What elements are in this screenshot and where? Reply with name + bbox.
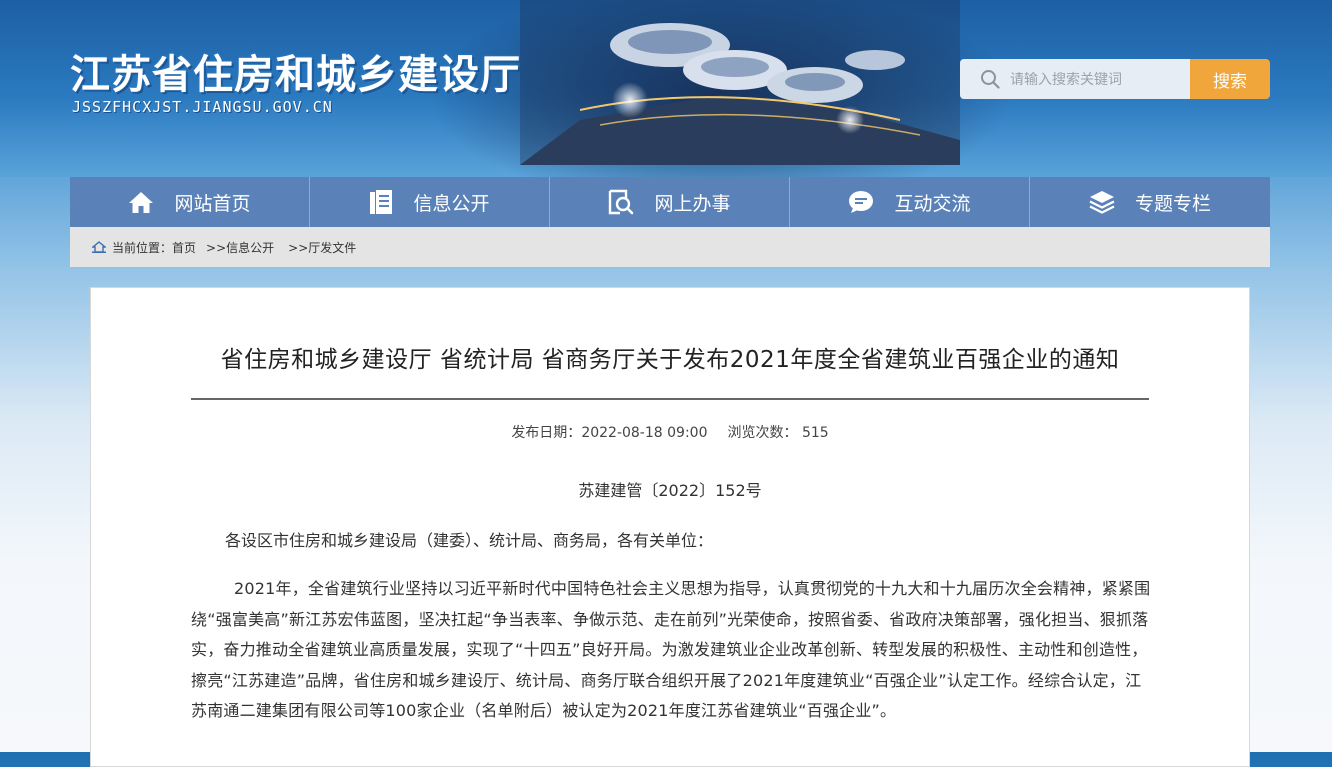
nav-item-special-topics[interactable]: 专题专栏	[1030, 177, 1270, 227]
publish-date: 2022-08-18 09:00	[581, 425, 708, 441]
layers-icon	[1089, 191, 1115, 214]
views-count: 515	[801, 425, 829, 441]
breadcrumb: 当前位置： 首页 >>信息公开 >>厅发文件	[70, 227, 1270, 267]
search-input[interactable]	[1008, 68, 1182, 92]
site-domain: JSSZFHCXJST.JIANGSU.GOV.CN	[72, 98, 333, 116]
nav-item-label: 互动交流	[894, 192, 971, 215]
title-divider	[191, 398, 1149, 400]
publish-date-label: 发布日期：	[511, 425, 582, 441]
main-nav: 网站首页 信息公开 网上办事 互动交流 专题专栏	[70, 177, 1270, 227]
site-header: 江苏省住房和城乡建设厅 JSSZFHCXJST.JIANGSU.GOV.CN 搜…	[0, 0, 1332, 177]
breadcrumb-dept-documents[interactable]: >>厅发文件	[288, 239, 356, 256]
salutation: 各设区市住房和城乡建设局（建委）、统计局、商务局，各有关单位：	[225, 531, 714, 550]
breadcrumb-info-public[interactable]: >>信息公开	[206, 239, 274, 256]
document-number: 苏建建管〔2022〕152号	[578, 481, 762, 500]
site-title: 江苏省住房和城乡建设厅	[70, 52, 521, 98]
nav-item-interaction[interactable]: 互动交流	[790, 177, 1030, 227]
breadcrumb-home[interactable]: 首页	[172, 239, 196, 256]
body-paragraph: 2021年，全省建筑行业坚持以习近平新时代中国特色社会主义思想为指导，认真贯彻党…	[191, 579, 1151, 720]
chat-icon	[849, 191, 874, 213]
nav-item-home[interactable]: 网站首页	[70, 177, 310, 227]
article-title: 省住房和城乡建设厅 省统计局 省商务厅关于发布2021年度全省建筑业百强企业的通…	[220, 347, 1120, 373]
nav-item-label: 网上办事	[654, 192, 731, 215]
nav-item-label: 网站首页	[174, 192, 251, 215]
search-icon	[981, 70, 1000, 89]
location-home-icon	[92, 241, 106, 253]
article-panel: 省住房和城乡建设厅 省统计局 省商务厅关于发布2021年度全省建筑业百强企业的通…	[90, 287, 1250, 767]
search-button[interactable]: 搜索	[1190, 59, 1270, 99]
breadcrumb-prefix: 当前位置：	[112, 240, 173, 255]
views-label: 浏览次数：	[727, 425, 798, 441]
article-meta: 发布日期：2022-08-18 09:00 浏览次数： 515	[91, 422, 1249, 442]
nav-item-info[interactable]: 信息公开	[310, 177, 550, 227]
stadium-banner-image	[520, 0, 960, 165]
document-icon	[370, 190, 393, 214]
nav-item-label: 专题专栏	[1134, 192, 1211, 215]
home-icon	[129, 192, 154, 213]
nav-item-label: 信息公开	[413, 192, 490, 215]
search-doc-icon	[609, 189, 634, 215]
nav-item-online-service[interactable]: 网上办事	[550, 177, 790, 227]
search-box	[960, 59, 1190, 99]
